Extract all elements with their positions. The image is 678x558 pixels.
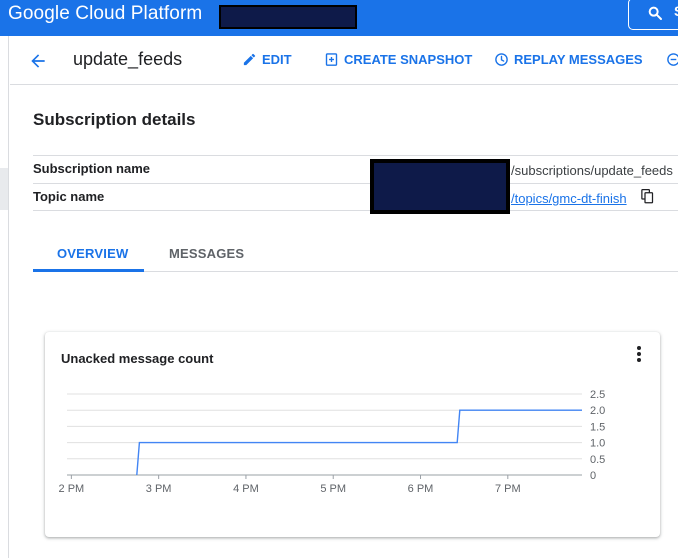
search-icon [648,6,662,20]
x-tick-label: 5 PM [320,483,346,495]
y-tick-label: 0 [590,470,596,482]
subscription-name-value: /subscriptions/update_feeds [511,163,673,178]
tab-overview[interactable]: OVERVIEW [57,246,128,261]
search-label: S [674,3,678,19]
create-snapshot-label: CREATE SNAPSHOT [344,52,473,67]
create-snapshot-button[interactable]: CREATE SNAPSHOT [324,52,472,67]
chart-card: Unacked message count 0 0.5 1.0 1.5 2.0 2.5 2 … [45,332,660,537]
tab-messages[interactable]: MESSAGES [169,246,244,261]
pencil-icon [243,53,256,66]
redacted-project-path [370,159,510,214]
edit-button[interactable]: EDIT [242,52,292,67]
edit-button-label: EDIT [262,52,292,67]
back-arrow-icon[interactable] [28,51,48,71]
x-tick-label: 4 PM [233,483,259,495]
top-bar: Google Cloud Platform S [0,0,678,36]
subscription-name-row: Subscription name /subscriptions/update_… [33,155,678,183]
unacked-message-chart: 0 0.5 1.0 1.5 2.0 2.5 2 PM 3 PM 4 PM 5 PM 6 PM 7 PM [59,389,606,495]
page-header: update_feeds EDIT CREATE SNAPSHOT REPLAY… [10,36,678,85]
topic-name-label: Topic name [33,189,105,204]
section-title: Subscription details [33,110,196,129]
search-box[interactable]: S [628,0,678,30]
topic-name-row: Topic name /topics/gmc-dt-finish [33,183,678,211]
y-tick-label: 2.0 [590,405,605,417]
y-tick-label: 1.0 [590,438,605,450]
redacted-project-selector[interactable] [219,5,357,29]
replay-messages-button[interactable]: REPLAY MESSAGES [494,52,643,67]
y-tick-label: 1.5 [590,421,605,433]
copy-icon[interactable] [641,189,654,204]
tab-bar: OVERVIEW MESSAGES [33,238,678,272]
subscription-name-label: Subscription name [33,161,151,176]
nav-rail-selected-marker[interactable] [0,168,8,210]
brand-logo[interactable]: Google Cloud Platform [8,3,202,25]
y-tick-label: 0.5 [590,454,605,466]
replay-messages-label: REPLAY MESSAGES [514,52,643,67]
x-tick-label: 7 PM [495,483,521,495]
x-tick-label: 3 PM [146,483,172,495]
minus-circle-icon [667,53,678,66]
x-tick-label: 2 PM [59,483,85,495]
details-table: Subscription name /subscriptions/update_… [33,155,678,211]
x-tick-label: 6 PM [408,483,434,495]
y-tick-label: 2.5 [590,389,605,401]
left-nav-rail [0,36,9,558]
clock-icon [495,53,508,66]
add-box-icon [325,53,338,66]
page-title: update_feeds [73,49,183,69]
more-action-button[interactable] [666,52,678,67]
active-tab-indicator [33,269,144,272]
topic-name-link[interactable]: /topics/gmc-dt-finish [511,191,627,206]
